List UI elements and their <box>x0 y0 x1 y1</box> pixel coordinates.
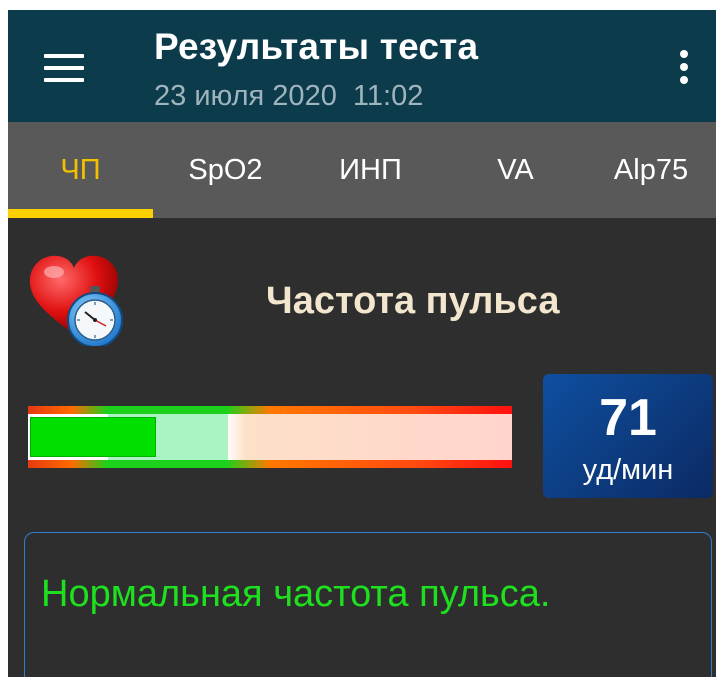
pulse-value: 71 <box>599 389 657 447</box>
test-datetime: 23 июля 2020 11:02 <box>154 80 424 112</box>
pulse-range-bar <box>28 406 512 468</box>
pulse-level-fill <box>30 417 156 457</box>
app-screen: Результаты теста 23 июля 2020 11:02 ЧП S… <box>8 10 716 677</box>
result-message-box: Нормальная частота пульса. <box>24 532 712 677</box>
tab-bar: ЧП SpO2 ИНП VA Alp75 <box>8 122 716 218</box>
more-options-icon[interactable] <box>674 50 694 86</box>
tab-alp75[interactable]: Alp75 <box>586 122 716 218</box>
tab-spo2[interactable]: SpO2 <box>153 122 298 218</box>
section-title: Частота пульса <box>266 280 560 322</box>
pulse-unit: уд/мин <box>582 454 674 486</box>
result-message: Нормальная частота пульса. <box>41 573 551 615</box>
hamburger-menu-icon[interactable] <box>44 54 84 84</box>
heart-with-stopwatch-icon <box>29 255 123 346</box>
active-tab-indicator <box>8 209 153 218</box>
app-bar: Результаты теста 23 июля 2020 11:02 <box>8 10 716 122</box>
tab-inp[interactable]: ИНП <box>298 122 443 218</box>
tab-pulse-rate[interactable]: ЧП <box>8 122 153 218</box>
page-title: Результаты теста <box>154 26 479 67</box>
pulse-value-box: 71 уд/мин <box>543 374 713 498</box>
tab-va[interactable]: VA <box>443 122 588 218</box>
